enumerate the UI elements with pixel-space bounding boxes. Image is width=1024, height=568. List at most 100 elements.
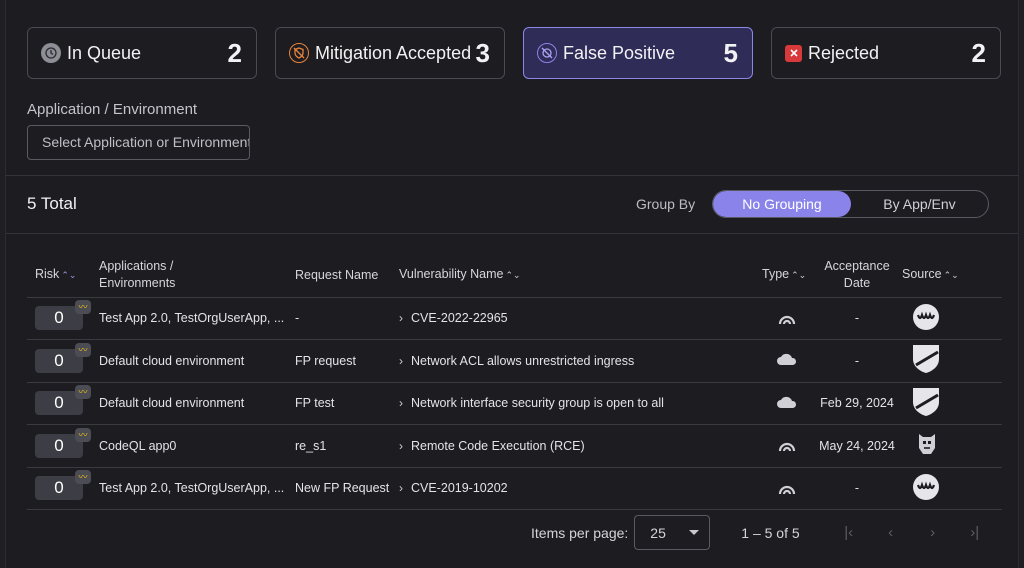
card-count: 2 (227, 37, 242, 68)
code-icon (762, 424, 812, 467)
items-per-page-value: 25 (650, 524, 666, 541)
x-square-icon (785, 44, 802, 62)
vuln-name: Remote Code Execution (RCE) (411, 438, 585, 453)
risk-value: 0 (54, 435, 64, 455)
expand-chevron-icon[interactable]: › (399, 396, 403, 410)
card-count: 2 (971, 37, 986, 68)
expand-chevron-icon[interactable]: › (399, 311, 403, 325)
table-row[interactable]: 0 〰 CodeQL app0 re_s1 › Remote Code Execut… (27, 424, 1002, 467)
cell-vuln[interactable]: › Network ACL allows unrestricted ingress (399, 339, 762, 382)
col-apps: Applications / Environments (99, 254, 295, 297)
status-cards: In Queue 2 Mitigation Accepted 3 False P… (27, 27, 1001, 79)
cell-apps: Test App 2.0, TestOrgUserApp, ... (99, 466, 295, 510)
code-icon (762, 296, 812, 340)
col-risk[interactable]: Risk ⌃⌄ (27, 254, 99, 297)
sort-icon: ⌃⌄ (791, 270, 807, 281)
risk-value: 0 (54, 393, 64, 413)
col-vuln-label: Vulnerability Name (399, 267, 504, 282)
prev-page-icon[interactable]: ‹ (870, 524, 912, 541)
card-count: 5 (723, 37, 738, 68)
cell-request: re_s1 (295, 424, 399, 467)
shield-slash-icon (289, 43, 309, 63)
group-by-toggle: No Grouping By App/Env (712, 190, 989, 218)
table-row[interactable]: 0 〰 Test App 2.0, TestOrgUserApp, ... New… (27, 466, 1002, 510)
group-by-label: Group By (636, 196, 696, 212)
cell-date: - (812, 466, 902, 510)
trend-icon: 〰 (75, 385, 91, 400)
cell-date: - (812, 339, 902, 382)
divider (6, 233, 1018, 234)
risk-value: 0 (54, 308, 64, 328)
card-label: Rejected (808, 43, 880, 63)
col-date-label: Acceptance Date (824, 259, 890, 291)
cell-request: - (295, 296, 399, 340)
table-header-row: Risk ⌃⌄ Applications / Environments Reque… (27, 254, 1002, 297)
cloud-icon (762, 339, 812, 382)
vuln-name: Network ACL allows unrestricted ingress (411, 353, 635, 368)
cell-apps: CodeQL app0 (99, 424, 295, 467)
card-label: False Positive (563, 43, 676, 63)
sort-icon: ⌃⌄ (505, 270, 521, 281)
first-page-icon[interactable]: |‹ (828, 524, 870, 541)
vuln-name: CVE-2022-22965 (411, 311, 508, 326)
last-page-icon[interactable]: ›| (954, 524, 996, 541)
col-risk-label: Risk (35, 267, 60, 282)
cell-date: - (812, 296, 902, 340)
risk-value: 0 (54, 350, 64, 370)
items-per-page-select[interactable]: 25 (634, 515, 711, 550)
col-type[interactable]: Type ⌃⌄ (762, 254, 812, 297)
cell-apps: Default cloud environment (99, 381, 295, 425)
cell-vuln[interactable]: › Remote Code Execution (RCE) (399, 424, 762, 467)
shield-logo-icon (902, 381, 1002, 425)
col-apps-label: Applications / Environments (99, 259, 176, 291)
card-rejected[interactable]: Rejected 2 (771, 27, 1001, 79)
expand-chevron-icon[interactable]: › (399, 439, 403, 453)
trend-icon: 〰 (75, 427, 91, 442)
shield-logo-icon (902, 339, 1002, 382)
card-label: In Queue (67, 43, 142, 63)
card-label: Mitigation Accepted (315, 43, 472, 63)
card-false-positive[interactable]: False Positive 5 (523, 27, 753, 79)
table-row[interactable]: 0 〰 Test App 2.0, TestOrgUserApp, ... - ›… (27, 296, 1002, 340)
table-row[interactable]: 0 〰 Default cloud environment FP test › Ne… (27, 381, 1002, 425)
risk-score: 0 〰 (35, 300, 91, 331)
findings-table: Risk ⌃⌄ Applications / Environments Reque… (27, 254, 1002, 510)
sort-icon: ⌃⌄ (61, 270, 77, 281)
badge-slash-icon (537, 43, 557, 63)
col-type-label: Type (762, 267, 790, 282)
codeql-logo-icon (902, 424, 1002, 467)
cell-apps: Default cloud environment (99, 339, 295, 382)
app-env-select[interactable]: Select Application or Environment (27, 125, 250, 160)
wave-logo-icon (902, 466, 1002, 510)
table-row[interactable]: 0 〰 Default cloud environment FP request … (27, 339, 1002, 382)
group-option-no-grouping[interactable]: No Grouping (713, 191, 851, 217)
col-request: Request Name (295, 254, 399, 297)
cell-request: FP test (295, 381, 399, 425)
risk-score: 0 〰 (35, 385, 91, 416)
trend-icon: 〰 (75, 470, 91, 485)
pagination: Items per page: 25 1 – 5 of 5 |‹ ‹ › ›| (531, 515, 996, 550)
cloud-icon (762, 381, 812, 425)
col-date: Acceptance Date (812, 254, 902, 297)
next-page-icon[interactable]: › (912, 524, 954, 541)
trend-icon: 〰 (75, 342, 91, 357)
filter-label: Application / Environment (27, 101, 198, 118)
card-mitigation-accepted[interactable]: Mitigation Accepted 3 (275, 27, 505, 79)
risk-score: 0 〰 (35, 470, 91, 501)
cell-vuln[interactable]: › Network interface security group is ope… (399, 381, 762, 425)
sort-icon: ⌃⌄ (943, 270, 959, 281)
cell-vuln[interactable]: › CVE-2022-22965 (399, 296, 762, 340)
card-in-queue[interactable]: In Queue 2 (27, 27, 257, 79)
clock-icon (41, 43, 61, 63)
group-option-by-app-env[interactable]: By App/Env (851, 191, 988, 217)
col-vuln[interactable]: Vulnerability Name ⌃⌄ (399, 254, 762, 297)
total-count: 5 Total (27, 194, 77, 213)
cell-request: FP request (295, 339, 399, 382)
vuln-name: Network interface security group is open… (411, 396, 664, 411)
expand-chevron-icon[interactable]: › (399, 354, 403, 368)
vuln-name: CVE-2019-10202 (411, 481, 508, 496)
col-source[interactable]: Source ⌃⌄ (902, 254, 1002, 297)
cell-vuln[interactable]: › CVE-2019-10202 (399, 466, 762, 510)
items-per-page-label: Items per page: (531, 524, 629, 541)
expand-chevron-icon[interactable]: › (399, 481, 403, 495)
